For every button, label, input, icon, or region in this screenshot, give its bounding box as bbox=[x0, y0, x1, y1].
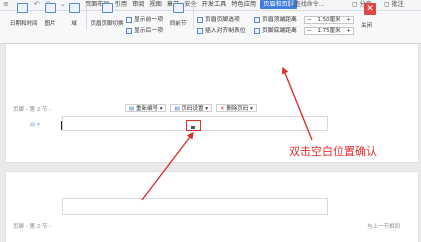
footer-bottom-distance-label-row: 页脚底端距离 bbox=[254, 27, 297, 35]
header-distance-stepper[interactable]: − 1.50厘米 + bbox=[304, 16, 354, 24]
footer-distance-value: 1.75厘米 bbox=[317, 28, 341, 34]
page-number-field[interactable] bbox=[191, 126, 195, 129]
tab-developer[interactable]: 开发工具 bbox=[201, 0, 228, 9]
header-top-distance-label: 页眉顶端距离 bbox=[262, 17, 297, 23]
header-distance-value: 1.50厘米 bbox=[317, 17, 341, 23]
insert-align-tab-button[interactable]: 插入对齐制表位 bbox=[197, 27, 246, 35]
calendar-icon bbox=[16, 3, 28, 13]
text-cursor bbox=[61, 121, 62, 130]
picture-label: 图片 bbox=[44, 21, 56, 27]
field-icon bbox=[68, 3, 80, 13]
footer-bottom-distance-label: 页脚底端距离 bbox=[262, 28, 297, 34]
date-time-label: 日期和时间 bbox=[10, 21, 38, 27]
tab-review[interactable]: 审阅 bbox=[131, 0, 145, 9]
delete-icon: ✕ bbox=[219, 106, 225, 112]
stepper-plus-icon[interactable]: + bbox=[346, 28, 351, 34]
page-settings-icon: ▤ bbox=[174, 106, 180, 112]
search-command[interactable]: Q查找命令... bbox=[290, 0, 334, 9]
header-edit-area[interactable] bbox=[62, 198, 328, 215]
show-next-button[interactable]: 显示后一项 bbox=[126, 27, 163, 35]
show-prev-button[interactable]: 显示前一项 bbox=[126, 16, 163, 24]
same-as-prev-button[interactable]: 同前节 bbox=[166, 3, 190, 28]
show-prev-label: 显示前一项 bbox=[134, 17, 163, 23]
show-prev-icon bbox=[126, 17, 132, 23]
renumber-label: 重新编号 bbox=[135, 106, 158, 112]
footer-distance-icon bbox=[254, 28, 260, 34]
close-header-footer-button[interactable]: ✕ bbox=[364, 3, 376, 15]
close-label: 关闭 bbox=[361, 23, 373, 29]
instruction-callout: 双击空白位置确认 bbox=[289, 145, 377, 158]
menu-icon[interactable]: ≡ bbox=[3, 0, 9, 9]
insert-align-tab-label: 插入对齐制表位 bbox=[205, 28, 246, 34]
ribbon-divider bbox=[86, 4, 87, 30]
delete-page-number-button[interactable]: ✕ 删除页码 ▾ bbox=[215, 104, 257, 112]
close-icon: ✕ bbox=[366, 4, 374, 14]
annotate-button[interactable]: ▢ 批注 bbox=[384, 0, 404, 9]
footer-section-tag: 页脚 - 第 2 节 - bbox=[13, 107, 52, 113]
show-next-icon bbox=[126, 28, 132, 34]
tab-special-apps[interactable]: 特色应用 bbox=[230, 0, 257, 9]
link-icon bbox=[172, 3, 184, 13]
page-number-format-icon[interactable]: ▤ ▾ bbox=[30, 122, 40, 128]
header-footer-options-button[interactable]: 页眉页脚选项 bbox=[197, 16, 240, 24]
date-time-button[interactable]: 日期和时间 bbox=[10, 3, 38, 28]
renumber-button[interactable]: ▤ 重新编号 ▾ bbox=[125, 104, 167, 112]
stepper-plus-icon[interactable]: + bbox=[346, 17, 351, 23]
page-settings-label: 页码设置 bbox=[181, 106, 204, 112]
show-next-label: 显示后一项 bbox=[134, 28, 163, 34]
footer-section-tag: 页脚 - 第 2 节 - bbox=[13, 224, 52, 230]
align-tab-icon bbox=[197, 28, 203, 34]
same-as-prev-label: 同前节 bbox=[169, 21, 187, 27]
stepper-minus-icon[interactable]: − bbox=[307, 17, 312, 23]
field-button[interactable]: 域 bbox=[62, 3, 86, 28]
page-settings-button[interactable]: ▤ 页码设置 ▾ bbox=[170, 104, 212, 112]
field-label: 域 bbox=[71, 21, 77, 27]
header-top-distance-label-row: 页眉顶端距离 bbox=[254, 16, 297, 24]
switch-header-footer-label: 页眉页脚切换 bbox=[90, 21, 124, 27]
picture-button[interactable]: 图片 bbox=[38, 3, 62, 28]
header-footer-options-label: 页眉页脚选项 bbox=[205, 17, 240, 23]
ribbon-divider bbox=[193, 4, 194, 30]
stepper-minus-icon[interactable]: − bbox=[307, 28, 312, 34]
options-icon bbox=[197, 17, 203, 23]
switch-icon bbox=[101, 3, 113, 13]
picture-icon bbox=[44, 3, 56, 13]
same-as-prev-tag: 与上一节相同 bbox=[367, 224, 401, 230]
annotate-label: 批注 bbox=[391, 1, 404, 8]
delete-page-number-label: 删除页码 bbox=[226, 106, 249, 112]
switch-header-footer-button[interactable]: 页眉页脚切换 bbox=[90, 3, 124, 28]
footer-distance-stepper[interactable]: − 1.75厘米 + bbox=[304, 27, 354, 35]
renumber-icon: ▤ bbox=[129, 106, 135, 112]
header-distance-icon bbox=[254, 17, 260, 23]
footer-page-number-toolbar: ▤ 重新编号 ▾ ▤ 页码设置 ▾ ✕ 删除页码 ▾ bbox=[125, 104, 257, 112]
tab-view[interactable]: 视图 bbox=[149, 0, 163, 9]
